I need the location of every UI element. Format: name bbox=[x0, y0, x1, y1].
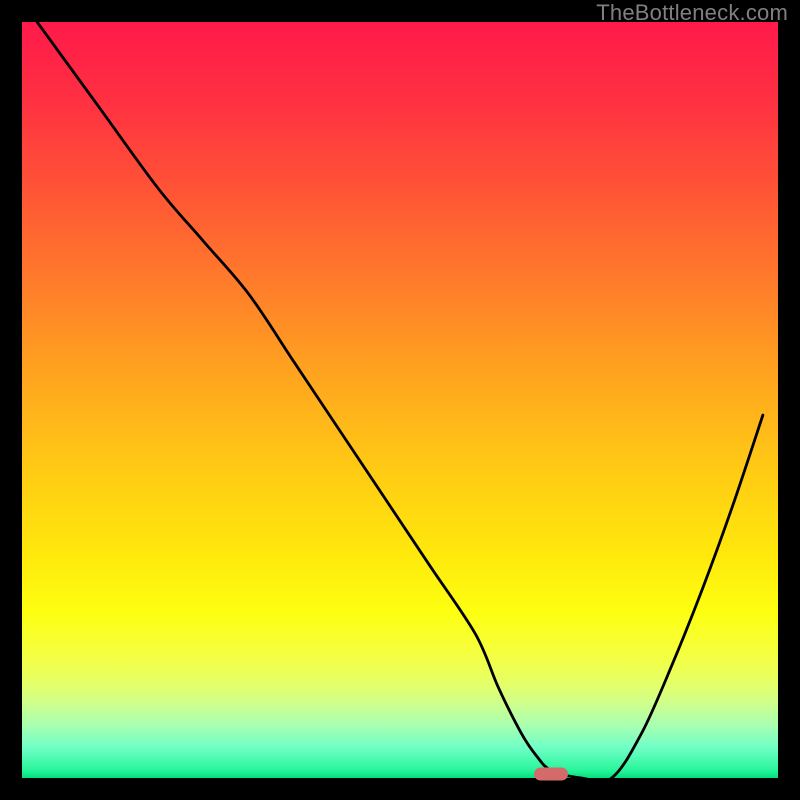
optimal-marker bbox=[534, 768, 568, 781]
plot-area bbox=[22, 22, 778, 778]
bottleneck-curve-path bbox=[37, 22, 763, 778]
bottleneck-chart: TheBottleneck.com bbox=[0, 0, 800, 800]
curve-svg bbox=[22, 22, 778, 778]
